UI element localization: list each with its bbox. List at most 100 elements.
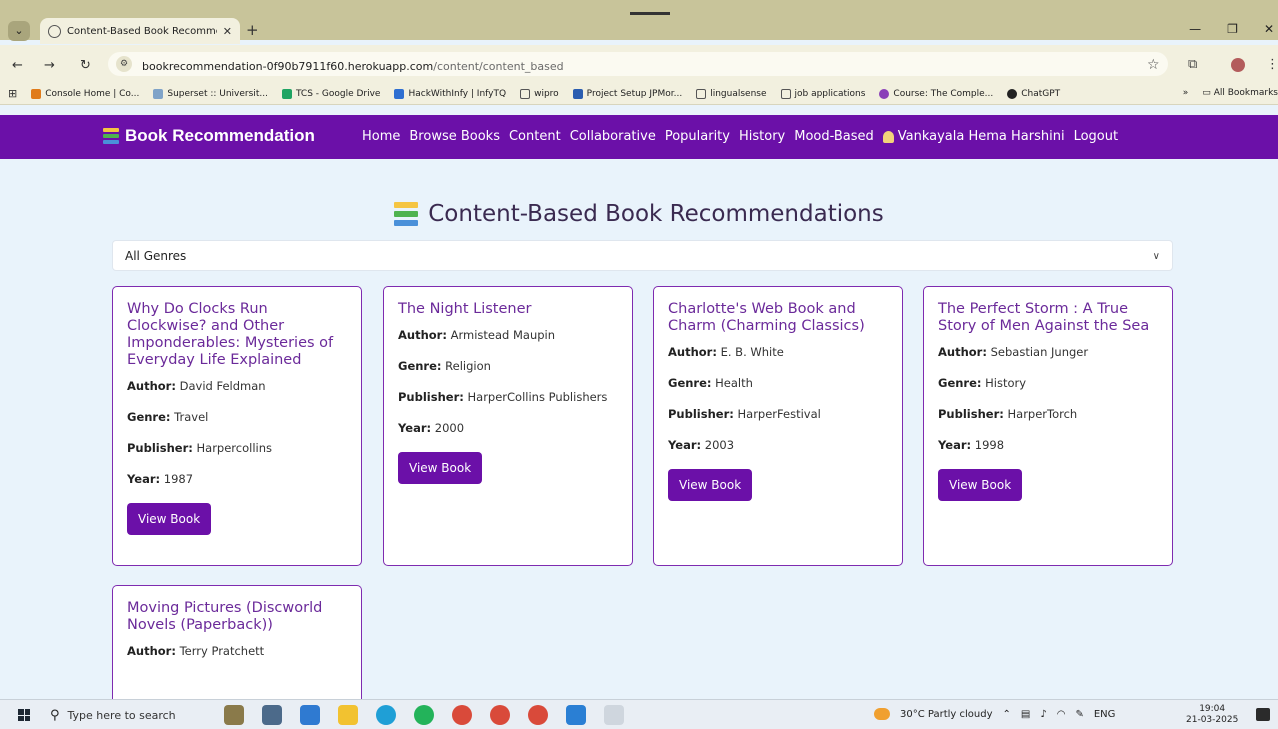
book-genre: Genre: Health (668, 376, 753, 390)
nav-mood-based[interactable]: Mood-Based (794, 129, 874, 144)
restore-icon[interactable]: ❐ (1227, 22, 1238, 36)
bookmark-item[interactable]: Superset :: Universit... (153, 88, 268, 99)
task-view-icon[interactable] (224, 705, 244, 725)
book-title[interactable]: Moving Pictures (Discworld Novels (Paper… (127, 600, 347, 634)
chrome-icon[interactable] (528, 705, 548, 725)
chrome-icon[interactable] (490, 705, 510, 725)
chrome-icon[interactable] (452, 705, 472, 725)
more-bookmarks-button[interactable]: » (1183, 88, 1189, 98)
widgets-icon[interactable] (262, 705, 282, 725)
close-window-icon[interactable]: ✕ (1264, 22, 1274, 36)
notification-icon[interactable] (1256, 708, 1270, 721)
extensions-icon[interactable]: ⧉ (1188, 57, 1197, 72)
nav-user-profile[interactable]: Vankayala Hema Harshini (882, 129, 1065, 144)
bookmark-star-icon[interactable]: ☆ (1147, 57, 1160, 73)
user-icon (882, 130, 894, 143)
folder-icon (780, 88, 791, 99)
nav-browse-books[interactable]: Browse Books (409, 129, 500, 144)
book-card: The Perfect Storm : A True Story of Men … (923, 286, 1173, 566)
genre-select[interactable]: All Genres ∨ (112, 240, 1173, 271)
book-author: Author: Armistead Maupin (398, 328, 556, 342)
book-card: Charlotte's Web Book and Charm (Charming… (653, 286, 903, 566)
forward-icon[interactable]: → (44, 58, 55, 73)
nav-history[interactable]: History (739, 129, 785, 144)
weather-text[interactable]: 30°C Partly cloudy (900, 709, 993, 720)
globe-icon (48, 24, 61, 38)
book-genre: Genre: Religion (398, 359, 491, 373)
wifi-icon[interactable]: ◠ (1057, 709, 1066, 720)
new-tab-button[interactable]: + (246, 21, 259, 39)
network-icon[interactable]: ▤ (1021, 709, 1030, 720)
view-book-button[interactable]: View Book (938, 469, 1023, 501)
chevron-down-icon: ∨ (1152, 251, 1160, 262)
nav-logout[interactable]: Logout (1074, 129, 1119, 144)
bookmark-folder[interactable]: wipro (520, 88, 559, 99)
url-path: /content/content_based (433, 59, 564, 73)
taskbar-search[interactable]: ⚲ Type here to search (50, 702, 210, 728)
browser-menu-icon[interactable]: ⋮ (1266, 57, 1278, 72)
clock-date: 21-03-2025 (1186, 715, 1239, 725)
edge-icon[interactable] (376, 705, 396, 725)
bookmark-item[interactable]: HackWithInfy | InfyTQ (394, 88, 506, 99)
book-publisher: Publisher: HarperCollins Publishers (398, 390, 608, 404)
bookmark-item[interactable]: Project Setup JPMor... (572, 88, 682, 99)
vscode-icon[interactable] (566, 705, 586, 725)
tab-search-button[interactable]: ⌄ (8, 21, 30, 41)
book-publisher: Publisher: HarperFestival (668, 407, 821, 421)
bookmark-item[interactable]: TCS - Google Drive (281, 88, 380, 99)
book-publisher: Publisher: HarperTorch (938, 407, 1078, 421)
brand-link[interactable]: Book Recommendation (103, 126, 315, 146)
taskbar-clock[interactable]: 19:04 21-03-2025 (1186, 704, 1238, 726)
language-indicator[interactable]: ENG (1094, 709, 1116, 720)
taskbar-search-placeholder: Type here to search (67, 708, 176, 722)
folder-icon: ▭ (1202, 88, 1211, 98)
book-year: Year: 2000 (398, 421, 465, 435)
book-year: Year: 2003 (668, 438, 735, 452)
bookmark-item[interactable]: Course: The Comple... (879, 88, 993, 99)
book-title[interactable]: The Night Listener (398, 301, 618, 318)
nav-home[interactable]: Home (362, 129, 400, 144)
file-explorer-icon[interactable] (338, 705, 358, 725)
notepad-icon[interactable] (604, 705, 624, 725)
nav-collaborative[interactable]: Collaborative (570, 129, 656, 144)
volume-icon[interactable]: ♪ (1040, 709, 1046, 720)
browser-tab[interactable]: Content-Based Book Recomme ✕ (40, 18, 240, 44)
nav-popularity[interactable]: Popularity (665, 129, 730, 144)
reload-icon[interactable]: ↻ (80, 58, 91, 73)
url-field[interactable]: ⚙ bookrecommendation-0f90b7911f60.heroku… (108, 52, 1168, 76)
os-taskbar: ⚲ Type here to search 30°C Partly cloudy… (0, 699, 1278, 729)
book-title[interactable]: Charlotte's Web Book and Charm (Charming… (668, 301, 888, 335)
whatsapp-icon[interactable] (414, 705, 434, 725)
back-icon[interactable]: ← (12, 58, 23, 73)
all-bookmarks-button[interactable]: ▭ All Bookmarks (1202, 88, 1278, 98)
tab-title: Content-Based Book Recomme (67, 25, 217, 37)
app-icon[interactable] (300, 705, 320, 725)
minimize-icon[interactable]: — (1189, 22, 1201, 36)
book-author: Author: E. B. White (668, 345, 784, 359)
windows-start-icon[interactable] (18, 709, 30, 721)
book-title[interactable]: The Perfect Storm : A True Story of Men … (938, 301, 1158, 335)
folder-icon (520, 88, 531, 99)
nav-content[interactable]: Content (509, 129, 561, 144)
close-tab-icon[interactable]: ✕ (223, 25, 232, 38)
bookmark-folder[interactable]: job applications (780, 88, 865, 99)
view-book-button[interactable]: View Book (668, 469, 753, 501)
site-info-icon[interactable]: ⚙ (116, 56, 132, 72)
chevron-up-icon[interactable]: ⌃ (1003, 709, 1011, 720)
view-book-button[interactable]: View Book (398, 452, 483, 484)
drive-icon (281, 88, 292, 99)
bookmark-folder[interactable]: lingualsense (696, 88, 767, 99)
apps-grid-icon[interactable]: ⊞ (8, 87, 17, 100)
book-title[interactable]: Why Do Clocks Run Clockwise? and Other I… (127, 301, 347, 369)
profile-avatar-icon[interactable] (1231, 58, 1245, 72)
taskbar-apps (224, 705, 624, 725)
bookmark-item[interactable]: ChatGPT (1007, 88, 1060, 99)
pen-icon[interactable]: ✎ (1075, 709, 1083, 720)
view-book-button[interactable]: View Book (127, 503, 212, 535)
book-card: The Night Listener Author: Armistead Mau… (383, 286, 633, 566)
window-drag-handle[interactable] (630, 12, 670, 15)
folder-icon (696, 88, 707, 99)
book-year: Year: 1987 (127, 472, 194, 486)
address-bar-row: ← → ↻ ⚙ bookrecommendation-0f90b7911f60.… (0, 45, 1278, 83)
bookmark-item[interactable]: Console Home | Co... (31, 88, 139, 99)
